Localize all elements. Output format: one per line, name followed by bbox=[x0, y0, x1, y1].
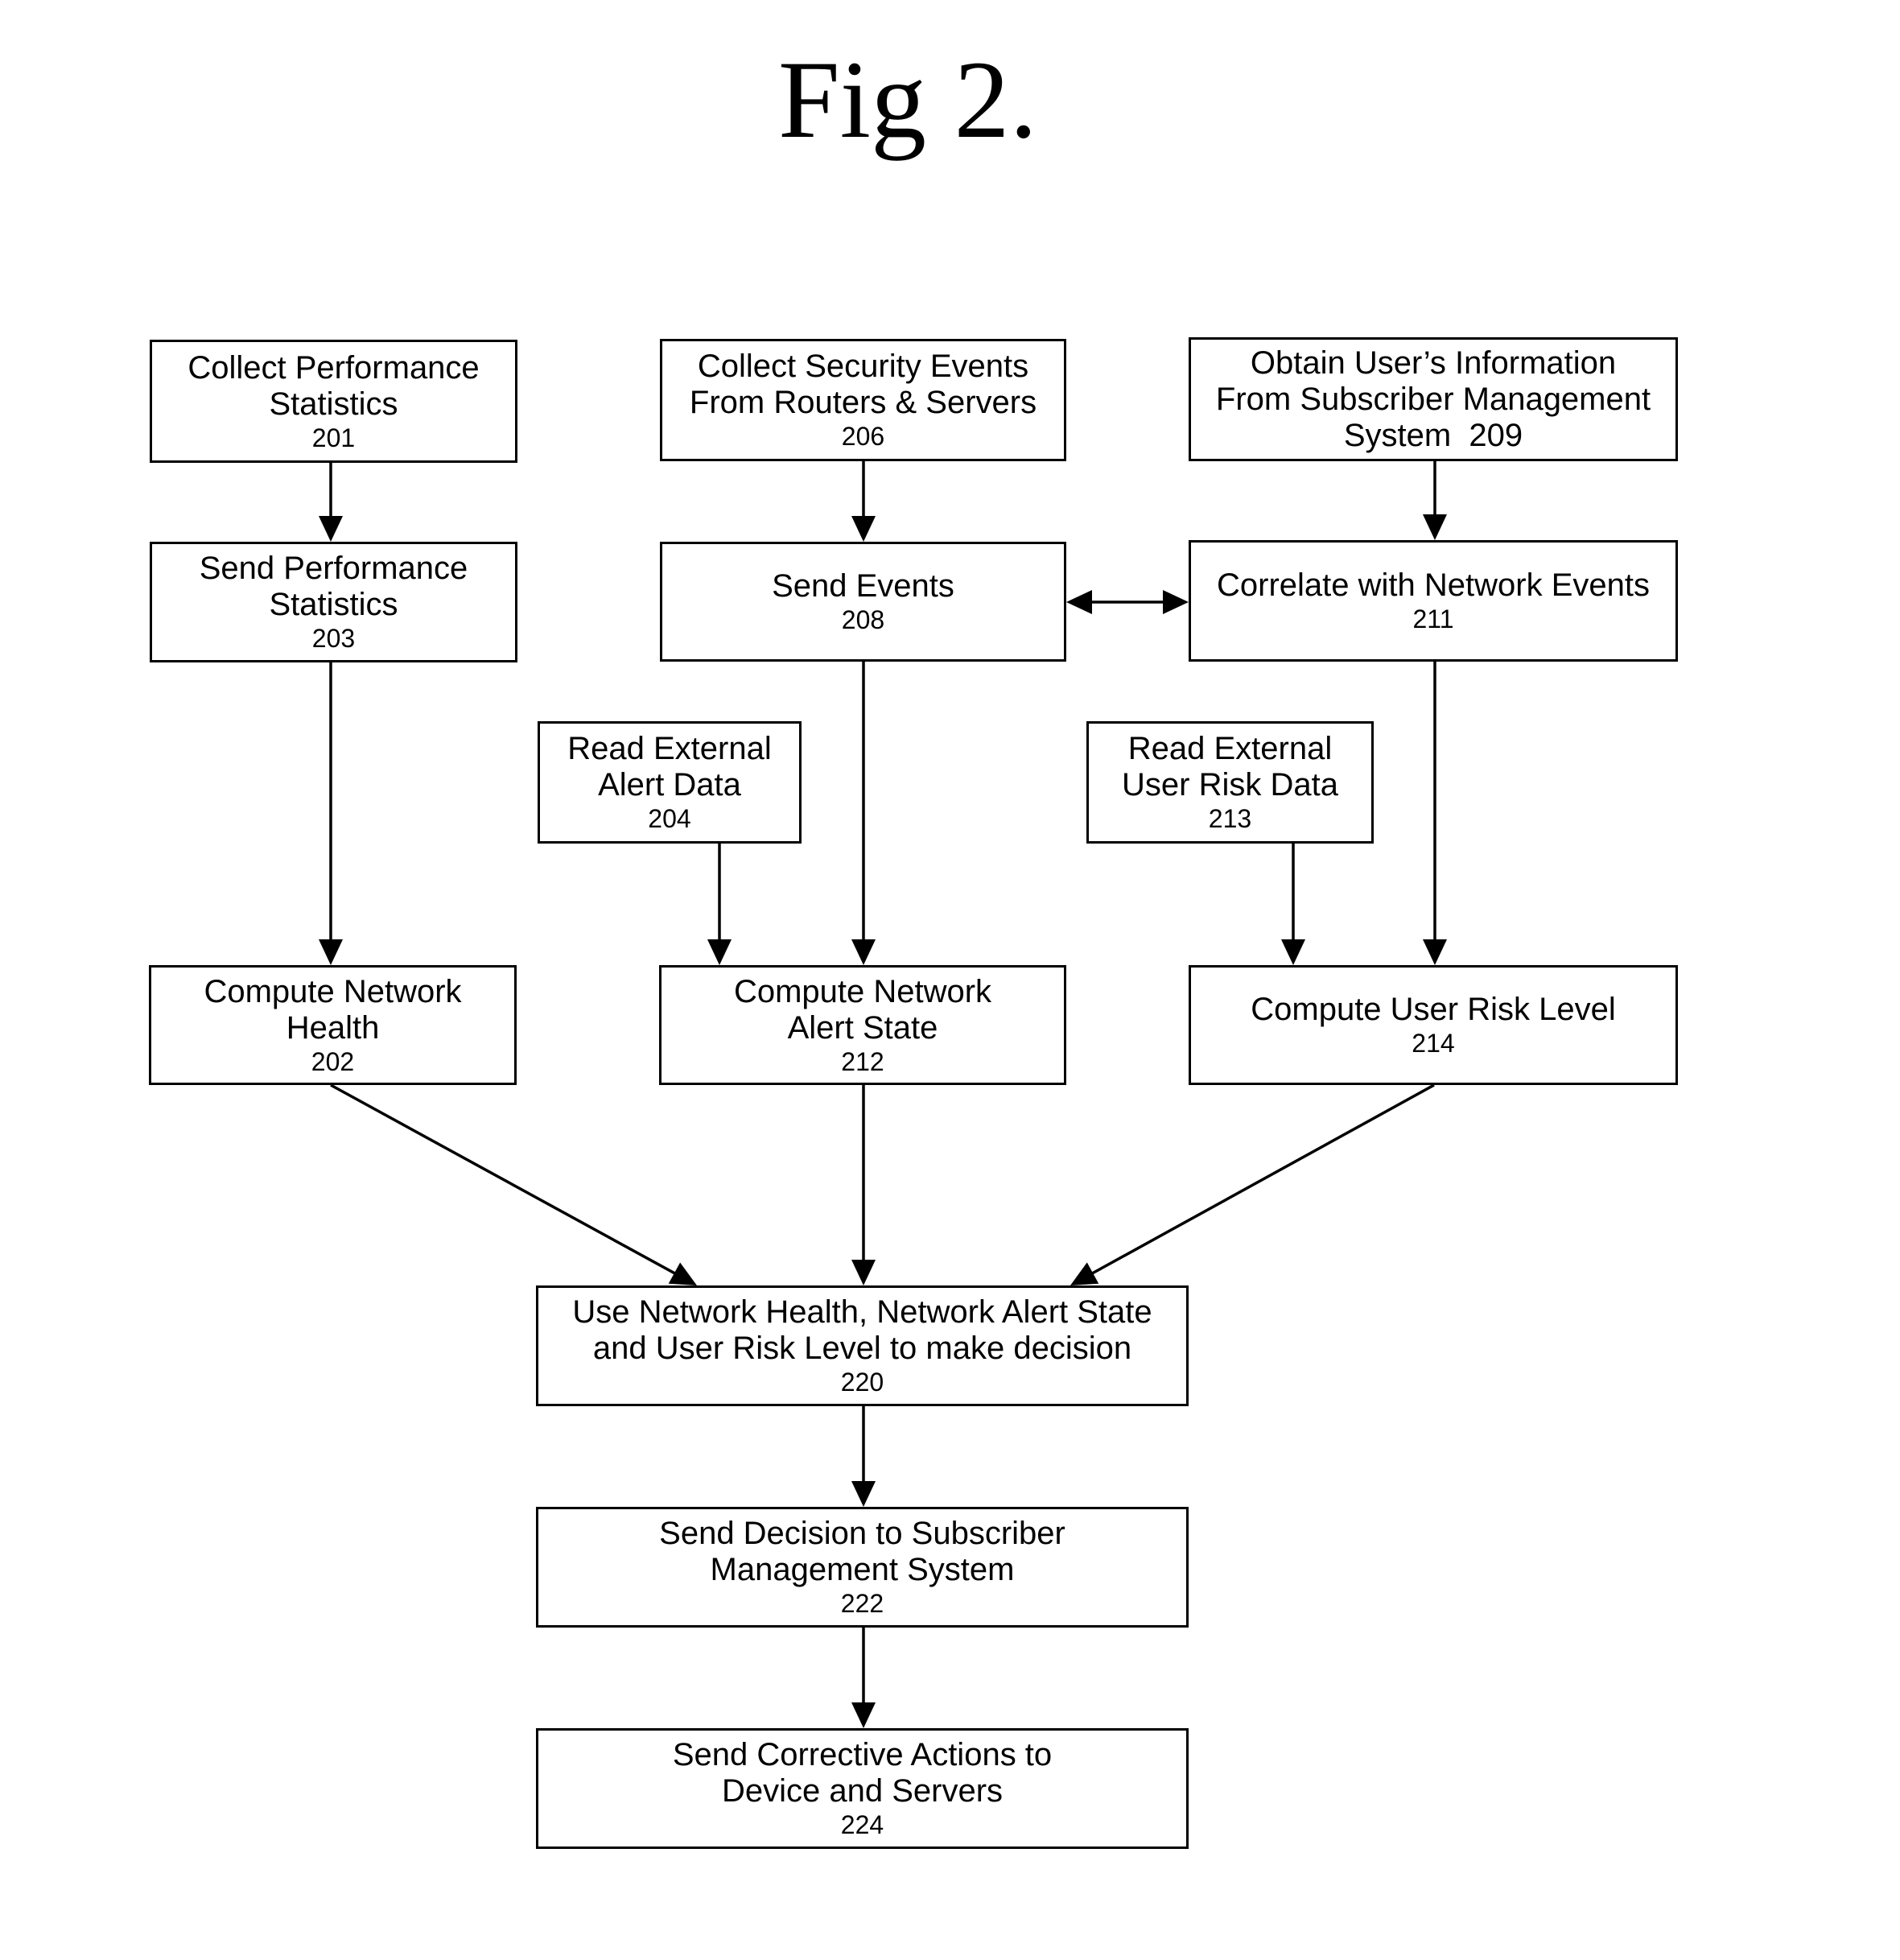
node-206-line-1: Collect Security Events bbox=[697, 349, 1029, 384]
node-214-compute-user-risk-level: Compute User Risk Level 214 bbox=[1189, 965, 1678, 1085]
edge-203-202-arrowhead bbox=[319, 939, 343, 965]
edge-201-203-arrowhead bbox=[319, 516, 343, 542]
node-204-line-2: Alert Data bbox=[598, 767, 741, 803]
node-201-ref: 201 bbox=[311, 423, 356, 452]
node-212-compute-network-alert-state: Compute Network Alert State 212 bbox=[659, 965, 1066, 1085]
node-224-line-2: Device and Servers bbox=[721, 1773, 1004, 1809]
node-201-collect-performance-statistics: Collect Performance Statistics 201 bbox=[150, 340, 517, 463]
node-203-line-1: Send Performance bbox=[199, 551, 468, 586]
node-224-line-1: Send Corrective Actions to bbox=[672, 1737, 1053, 1772]
edge-208-211-arrowhead bbox=[1163, 590, 1189, 614]
edge-206-208-arrowhead bbox=[851, 516, 876, 542]
node-213-read-external-user-risk-data: Read External User Risk Data 213 bbox=[1086, 721, 1374, 844]
edge-208-211-arrowhead-start bbox=[1066, 590, 1092, 614]
node-206-ref: 206 bbox=[841, 422, 885, 451]
edge-213-214-arrowhead bbox=[1281, 939, 1305, 965]
node-224-ref: 224 bbox=[840, 1810, 884, 1839]
edge-208-212-arrowhead bbox=[851, 939, 876, 965]
node-220-make-decision: Use Network Health, Network Alert State … bbox=[536, 1285, 1189, 1406]
edge-220-222-arrowhead bbox=[851, 1481, 876, 1507]
edge-214-220-arrowhead bbox=[1070, 1262, 1099, 1285]
node-203-send-performance-statistics: Send Performance Statistics 203 bbox=[150, 542, 517, 662]
node-212-ref: 212 bbox=[841, 1046, 884, 1076]
node-201-line-2: Statistics bbox=[269, 386, 398, 422]
edge-202-220-line bbox=[330, 1083, 680, 1277]
node-202-compute-network-health: Compute Network Health 202 bbox=[149, 965, 517, 1085]
node-213-line-2: User Risk Data bbox=[1122, 767, 1338, 803]
node-208-line-1: Send Events bbox=[772, 568, 954, 604]
node-214-line-1: Compute User Risk Level bbox=[1251, 992, 1616, 1027]
edge-212-220-arrowhead bbox=[851, 1260, 876, 1285]
node-212-line-2: Alert State bbox=[787, 1009, 938, 1046]
node-202-line-1: Compute Network bbox=[204, 973, 462, 1009]
node-209-obtain-user-information: Obtain User’s Information From Subscribe… bbox=[1189, 337, 1678, 461]
node-208-send-events: Send Events 208 bbox=[660, 542, 1066, 662]
node-222-send-decision: Send Decision to Subscriber Management S… bbox=[536, 1507, 1189, 1628]
edge-202-220-arrowhead bbox=[668, 1262, 697, 1285]
node-209-line-2: From Subscriber Management bbox=[1215, 381, 1651, 417]
node-203-line-2: Statistics bbox=[269, 587, 398, 622]
node-209-line-3: System 209 bbox=[1343, 417, 1523, 453]
node-211-correlate-with-network-events: Correlate with Network Events 211 bbox=[1189, 540, 1678, 662]
node-204-ref: 204 bbox=[648, 804, 691, 833]
node-211-ref: 211 bbox=[1412, 605, 1454, 633]
node-214-ref: 214 bbox=[1412, 1029, 1455, 1058]
edge-214-220-line bbox=[1087, 1083, 1435, 1277]
edge-222-224-arrowhead bbox=[851, 1702, 876, 1728]
node-213-line-1: Read External bbox=[1127, 731, 1333, 766]
edge-209-211-arrowhead bbox=[1423, 514, 1447, 540]
node-203-ref: 203 bbox=[311, 624, 356, 653]
node-206-collect-security-events: Collect Security Events From Routers & S… bbox=[660, 339, 1066, 461]
node-204-line-1: Read External bbox=[567, 731, 772, 766]
node-201-line-1: Collect Performance bbox=[188, 349, 480, 386]
edge-204-212-arrowhead bbox=[707, 939, 732, 965]
node-222-ref: 222 bbox=[840, 1589, 884, 1618]
node-213-ref: 213 bbox=[1208, 804, 1252, 833]
node-202-line-2: Health bbox=[286, 1009, 380, 1046]
node-220-line-2: and User Risk Level to make decision bbox=[592, 1331, 1132, 1366]
node-224-send-corrective-actions: Send Corrective Actions to Device and Se… bbox=[536, 1728, 1189, 1849]
node-220-ref: 220 bbox=[840, 1368, 884, 1397]
node-206-line-2: From Routers & Servers bbox=[689, 385, 1037, 420]
node-220-line-1: Use Network Health, Network Alert State bbox=[572, 1294, 1152, 1330]
edge-211-214-arrowhead bbox=[1423, 939, 1447, 965]
node-222-line-2: Management System bbox=[710, 1552, 1015, 1587]
node-204-read-external-alert-data: Read External Alert Data 204 bbox=[538, 721, 802, 844]
node-212-line-1: Compute Network bbox=[733, 973, 992, 1009]
node-202-ref: 202 bbox=[311, 1046, 355, 1076]
node-222-line-1: Send Decision to Subscriber bbox=[659, 1516, 1065, 1551]
node-208-ref: 208 bbox=[841, 605, 885, 634]
node-211-line-1: Correlate with Network Events bbox=[1217, 567, 1650, 603]
node-209-line-1: Obtain User’s Information bbox=[1250, 345, 1617, 381]
